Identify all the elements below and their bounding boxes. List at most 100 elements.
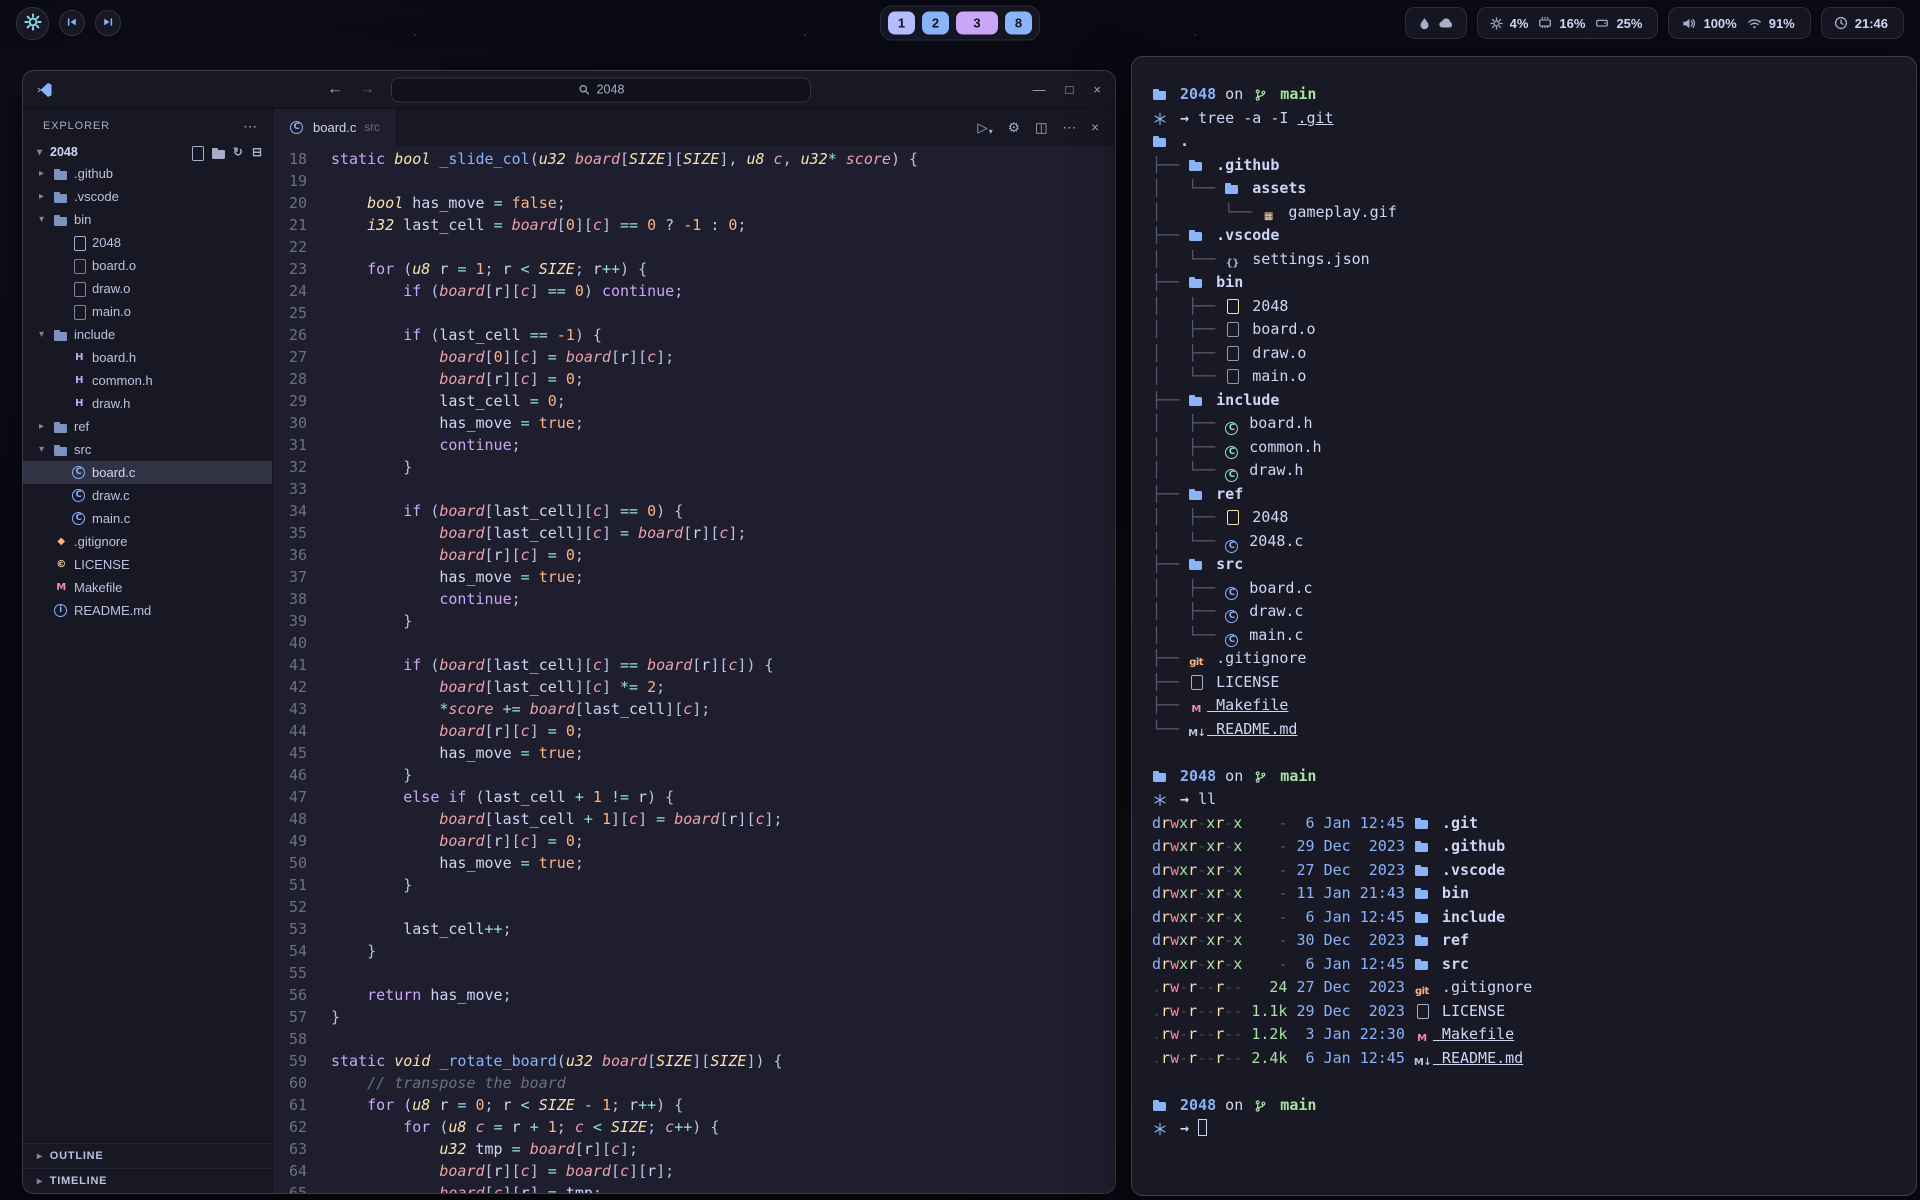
code-line-41[interactable]: 41 if (board[last_cell][c] == board[r][c… [273, 654, 1115, 676]
project-root-row[interactable]: ▾ 2048 ↻ ⊟ [23, 143, 272, 162]
code-line-49[interactable]: 49 board[r][c] = 0; [273, 830, 1115, 852]
explorer-item-ref[interactable]: ▸ref [23, 415, 272, 438]
nav-forward-button[interactable]: → [359, 82, 375, 98]
code-line-33[interactable]: 33 [273, 478, 1115, 500]
explorer-item-common.h[interactable]: Hcommon.h [23, 369, 272, 392]
code-line-23[interactable]: 23 for (u8 r = 1; r < SIZE; r++) { [273, 258, 1115, 280]
code-line-65[interactable]: 65 board[c][r] = tmp; [273, 1182, 1115, 1193]
code-line-18[interactable]: 18static bool _slide_col(u32 board[SIZE]… [273, 148, 1115, 170]
explorer-item-draw.o[interactable]: draw.o [23, 277, 272, 300]
code-line-21[interactable]: 21 i32 last_cell = board[0][c] == 0 ? -1… [273, 214, 1115, 236]
code-line-37[interactable]: 37 has_move = true; [273, 566, 1115, 588]
new-file-button[interactable] [189, 146, 202, 158]
more-actions-button[interactable]: ⋯ [1063, 120, 1077, 136]
code-line-51[interactable]: 51 } [273, 874, 1115, 896]
workspace-button-1[interactable]: 1 [888, 12, 915, 35]
code-line-43[interactable]: 43 *score += board[last_cell][c]; [273, 698, 1115, 720]
clock-module[interactable]: 21:46 [1821, 7, 1904, 39]
timeline-section[interactable]: ▸ TIMELINE [23, 1168, 272, 1193]
explorer-item-.github[interactable]: ▸.github [23, 162, 272, 185]
launcher-button[interactable] [16, 7, 49, 40]
audio-network-module[interactable]: 100% 91% [1668, 7, 1810, 39]
code-line-24[interactable]: 24 if (board[r][c] == 0) continue; [273, 280, 1115, 302]
close-editor-button[interactable]: × [1091, 120, 1099, 135]
explorer-item-draw.h[interactable]: Hdraw.h [23, 392, 272, 415]
tab-board-c[interactable]: C board.c src [273, 109, 397, 146]
code-line-42[interactable]: 42 board[last_cell][c] *= 2; [273, 676, 1115, 698]
code-line-38[interactable]: 38 continue; [273, 588, 1115, 610]
outline-section[interactable]: ▸ OUTLINE [23, 1143, 272, 1168]
code-line-57[interactable]: 57} [273, 1006, 1115, 1028]
code-line-63[interactable]: 63 u32 tmp = board[r][c]; [273, 1138, 1115, 1160]
explorer-item-main.c[interactable]: Cmain.c [23, 507, 272, 530]
workspace-button-8[interactable]: 8 [1005, 12, 1032, 35]
explorer-more-button[interactable]: ⋯ [243, 118, 258, 135]
code-line-35[interactable]: 35 board[last_cell][c] = board[r][c]; [273, 522, 1115, 544]
code-line-60[interactable]: 60 // transpose the board [273, 1072, 1115, 1094]
code-line-19[interactable]: 19 [273, 170, 1115, 192]
explorer-item-2048[interactable]: 2048 [23, 231, 272, 254]
explorer-item-.vscode[interactable]: ▸.vscode [23, 185, 272, 208]
explorer-item-bin[interactable]: ▾bin [23, 208, 272, 231]
explorer-item-board.h[interactable]: Hboard.h [23, 346, 272, 369]
media-prev-button[interactable] [59, 10, 85, 36]
explorer-item-include[interactable]: ▾include [23, 323, 272, 346]
code-line-55[interactable]: 55 [273, 962, 1115, 984]
explorer-item-README.md[interactable]: iREADME.md [23, 599, 272, 622]
explorer-item-LICENSE[interactable]: ©LICENSE [23, 553, 272, 576]
code-line-26[interactable]: 26 if (last_cell == -1) { [273, 324, 1115, 346]
explorer-item-draw.c[interactable]: Cdraw.c [23, 484, 272, 507]
code-line-64[interactable]: 64 board[r][c] = board[c][r]; [273, 1160, 1115, 1182]
code-line-48[interactable]: 48 board[last_cell + 1][c] = board[r][c]… [273, 808, 1115, 830]
system-stats-module[interactable]: 4% 16% 25% [1477, 7, 1659, 39]
code-line-47[interactable]: 47 else if (last_cell + 1 != r) { [273, 786, 1115, 808]
maximize-button[interactable]: □ [1066, 82, 1074, 97]
close-button[interactable]: × [1093, 82, 1101, 97]
code-line-29[interactable]: 29 last_cell = 0; [273, 390, 1115, 412]
code-line-62[interactable]: 62 for (u8 c = r + 1; c < SIZE; c++) { [273, 1116, 1115, 1138]
code-line-44[interactable]: 44 board[r][c] = 0; [273, 720, 1115, 742]
code-line-50[interactable]: 50 has_move = true; [273, 852, 1115, 874]
explorer-item-src[interactable]: ▾src [23, 438, 272, 461]
explorer-item-main.o[interactable]: main.o [23, 300, 272, 323]
code-line-39[interactable]: 39 } [273, 610, 1115, 632]
code-line-30[interactable]: 30 has_move = true; [273, 412, 1115, 434]
code-line-54[interactable]: 54 } [273, 940, 1115, 962]
code-line-32[interactable]: 32 } [273, 456, 1115, 478]
code-editor[interactable]: 18static bool _slide_col(u32 board[SIZE]… [273, 146, 1115, 1193]
code-line-59[interactable]: 59static void _rotate_board(u32 board[SI… [273, 1050, 1115, 1072]
collapse-all-button[interactable]: ⊟ [252, 145, 262, 159]
code-line-56[interactable]: 56 return has_move; [273, 984, 1115, 1006]
code-line-27[interactable]: 27 board[0][c] = board[r][c]; [273, 346, 1115, 368]
explorer-item-board.c[interactable]: Cboard.c [23, 461, 272, 484]
terminal-window[interactable]: 2048 on main → tree -a -I .git .├── .git… [1131, 56, 1917, 1196]
explorer-item-Makefile[interactable]: MMakefile [23, 576, 272, 599]
code-line-52[interactable]: 52 [273, 896, 1115, 918]
code-line-45[interactable]: 45 has_move = true; [273, 742, 1115, 764]
code-line-53[interactable]: 53 last_cell++; [273, 918, 1115, 940]
workspace-button-3[interactable]: 3 [956, 12, 998, 35]
settings-button[interactable]: ⚙ [1008, 120, 1020, 136]
media-next-button[interactable] [95, 10, 121, 36]
refresh-button[interactable]: ↻ [233, 145, 243, 159]
command-center-search[interactable]: 2048 [391, 77, 811, 102]
weather-module[interactable] [1405, 7, 1467, 39]
code-line-28[interactable]: 28 board[r][c] = 0; [273, 368, 1115, 390]
code-line-61[interactable]: 61 for (u8 r = 0; r < SIZE - 1; r++) { [273, 1094, 1115, 1116]
code-line-34[interactable]: 34 if (board[last_cell][c] == 0) { [273, 500, 1115, 522]
code-line-46[interactable]: 46 } [273, 764, 1115, 786]
explorer-item-.gitignore[interactable]: ◆.gitignore [23, 530, 272, 553]
code-line-58[interactable]: 58 [273, 1028, 1115, 1050]
split-editor-button[interactable]: ◫ [1035, 120, 1048, 136]
code-line-40[interactable]: 40 [273, 632, 1115, 654]
explorer-item-board.o[interactable]: board.o [23, 254, 272, 277]
new-folder-button[interactable] [211, 146, 224, 158]
minimize-button[interactable]: — [1033, 82, 1046, 97]
workspace-button-2[interactable]: 2 [922, 12, 949, 35]
code-line-31[interactable]: 31 continue; [273, 434, 1115, 456]
code-line-20[interactable]: 20 bool has_move = false; [273, 192, 1115, 214]
code-line-36[interactable]: 36 board[r][c] = 0; [273, 544, 1115, 566]
nav-back-button[interactable]: ← [327, 82, 343, 98]
code-line-25[interactable]: 25 [273, 302, 1115, 324]
run-button[interactable]: ▷▾ [977, 120, 992, 136]
